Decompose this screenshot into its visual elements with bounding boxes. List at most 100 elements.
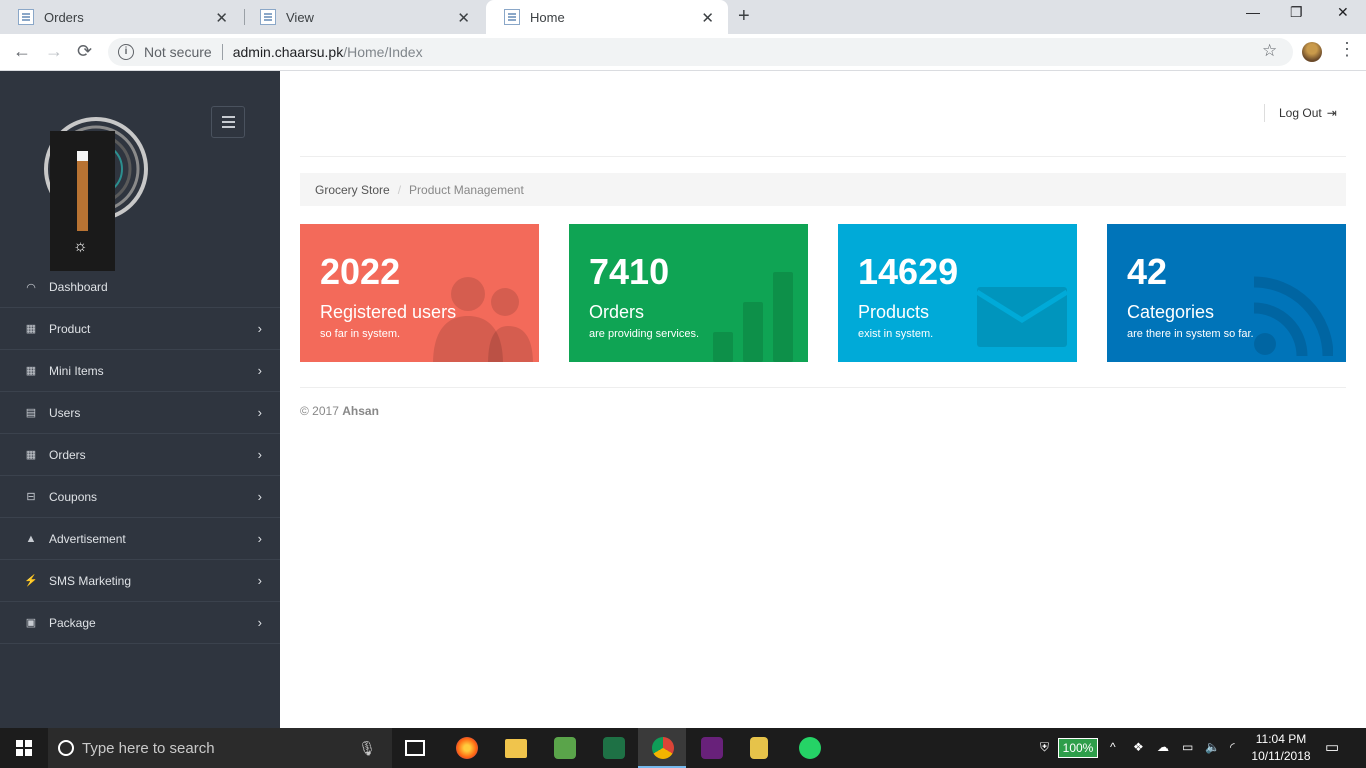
dashboard-icon: ◠ [26,281,36,294]
sidebar-item-dashboard[interactable]: ◠ Dashboard [0,267,280,308]
sidebar-item-package[interactable]: ▣ Package › [0,602,280,644]
sidebar-item-advertisement[interactable]: ▲ Advertisement › [0,518,280,560]
url-input[interactable]: i Not secure admin.chaarsu.pk/Home/Index [108,38,1293,66]
stat-card-orders[interactable]: 7410 Orders are providing services. [569,224,808,362]
tab-view[interactable]: View ✕ [242,0,484,34]
reload-button[interactable]: ⟳ [77,41,92,62]
task-view-icon[interactable] [405,740,425,756]
sidebar-item-coupons[interactable]: ⊟ Coupons › [0,476,280,518]
stat-value: 7410 [589,251,670,292]
breadcrumb-grocery-store[interactable]: Grocery Store [315,183,390,197]
onedrive-icon[interactable]: ☁ [1157,740,1169,754]
url-path: /Home/Index [343,44,423,60]
tab-label: Orders [44,9,84,25]
brightness-slider[interactable]: ☼ [50,131,115,271]
microphone-icon[interactable]: 🎙 [358,740,376,757]
sidebar-item-label: Coupons [49,489,98,504]
sidebar-item-label: Advertisement [49,531,126,546]
stat-value: 2022 [320,251,401,292]
grid-icon: ▦ [25,365,37,377]
firefox-icon[interactable] [456,737,478,759]
sidebar-item-product[interactable]: ▦ Product › [0,308,280,350]
dropbox-icon[interactable]: ❖ [1133,740,1144,754]
chevron-up-icon[interactable]: ^ [1110,740,1116,754]
forward-button[interactable]: → [45,41,63,62]
taskbar-search-input[interactable]: Type here to search 🎙 [48,728,392,768]
sidebar-menu: ◠ Dashboard ▦ Product › ▦ Mini Items › ▤… [0,267,280,644]
chevron-right-icon: › [257,363,262,378]
visual-studio-icon[interactable] [701,737,723,759]
stat-value: 14629 [858,251,959,292]
footer-copyright: © 2017 [300,404,339,418]
menu-toggle-button[interactable] [211,106,245,138]
grid-icon: ▦ [25,449,37,461]
taskbar: Type here to search 🎙 ⛨ 100% ^ ❖ ☁ ▭ 🔈 ◜… [0,728,1366,768]
header-divider [300,156,1346,157]
list-icon: ▤ [25,407,37,419]
chevron-right-icon: › [257,321,262,336]
file-explorer-icon[interactable] [505,739,527,758]
shield-icon[interactable]: ⛨ [1040,740,1049,755]
tools-icon[interactable] [750,737,768,759]
clock-time: 11:04 PM [1255,732,1307,746]
tab-label: Home [530,9,565,25]
stat-subtitle: exist in system. [858,328,934,340]
package-icon: ▣ [25,617,37,629]
wifi-icon[interactable]: ◜ [1230,740,1235,754]
browser-menu-icon[interactable]: ⋮ [1338,39,1356,60]
windows-start-icon[interactable] [16,740,32,756]
sidebar-item-orders[interactable]: ▦ Orders › [0,434,280,476]
sidebar-item-sms-marketing[interactable]: ⚡ SMS Marketing › [0,560,280,602]
stat-card-categories[interactable]: 42 Categories are there in system so far… [1107,224,1346,362]
clock[interactable]: 11:04 PM 10/11/2018 [1248,731,1314,765]
sidebar-item-users[interactable]: ▤ Users › [0,392,280,434]
clock-date: 10/11/2018 [1251,749,1311,763]
grid-icon: ▦ [25,323,37,335]
coupon-icon: ⊟ [26,491,36,503]
sidebar-item-label: Product [49,321,91,336]
slider-track[interactable] [77,151,88,231]
stat-card-users[interactable]: 2022 Registered users so far in system. [300,224,539,362]
close-window-button[interactable]: ✕ [1337,4,1349,21]
address-bar: ← → ⟳ i Not secure admin.chaarsu.pk/Home… [0,34,1366,71]
notepad-icon[interactable] [554,737,576,759]
bookmark-star-icon[interactable]: ☆ [1262,41,1277,61]
new-tab-button[interactable]: + [738,5,750,28]
footer-author[interactable]: Ahsan [342,404,379,418]
info-icon[interactable]: i [118,44,134,60]
close-icon[interactable]: ✕ [215,9,228,27]
notifications-icon[interactable]: ▭ [1325,738,1339,756]
logout-icon: ⇥ [1326,106,1337,120]
logout-label: Log Out [1279,106,1322,120]
cortana-icon [58,740,74,756]
whatsapp-icon[interactable] [799,737,821,759]
bar-chart-icon [713,272,793,362]
sidebar: ☼ ◠ Dashboard ▦ Product › ▦ Mini Items ›… [0,71,280,728]
page-icon [18,9,34,25]
tab-orders[interactable]: Orders ✕ [0,0,242,34]
stat-card-products[interactable]: 14629 Products exist in system. [838,224,1077,362]
chrome-icon[interactable] [652,737,674,759]
url-host: admin.chaarsu.pk [232,44,344,60]
breadcrumb-separator: / [397,182,402,197]
back-button[interactable]: ← [13,41,31,62]
logout-button[interactable]: Log Out ⇥ [1264,104,1337,122]
minimize-button[interactable]: — [1246,4,1260,20]
maximize-button[interactable]: ❐ [1290,4,1303,21]
volume-icon[interactable]: 🔈 [1205,740,1220,754]
profile-avatar[interactable] [1302,42,1322,62]
warning-icon: ▲ [25,532,37,545]
sidebar-item-mini-items[interactable]: ▦ Mini Items › [0,350,280,392]
battery-indicator[interactable]: 100% [1058,738,1098,758]
tab-home[interactable]: Home ✕ [486,0,728,34]
battery-icon[interactable]: ▭ [1182,740,1193,754]
sidebar-item-label: Users [49,405,81,420]
slider-handle[interactable] [77,151,88,161]
stat-subtitle: are there in system so far. [1127,328,1254,340]
close-icon[interactable]: ✕ [701,9,714,27]
breadcrumb-product-management: Product Management [409,182,524,197]
excel-icon[interactable] [603,737,625,759]
breadcrumb: Grocery Store / Product Management [300,173,1346,206]
hamburger-line [221,116,235,118]
close-icon[interactable]: ✕ [457,9,470,27]
